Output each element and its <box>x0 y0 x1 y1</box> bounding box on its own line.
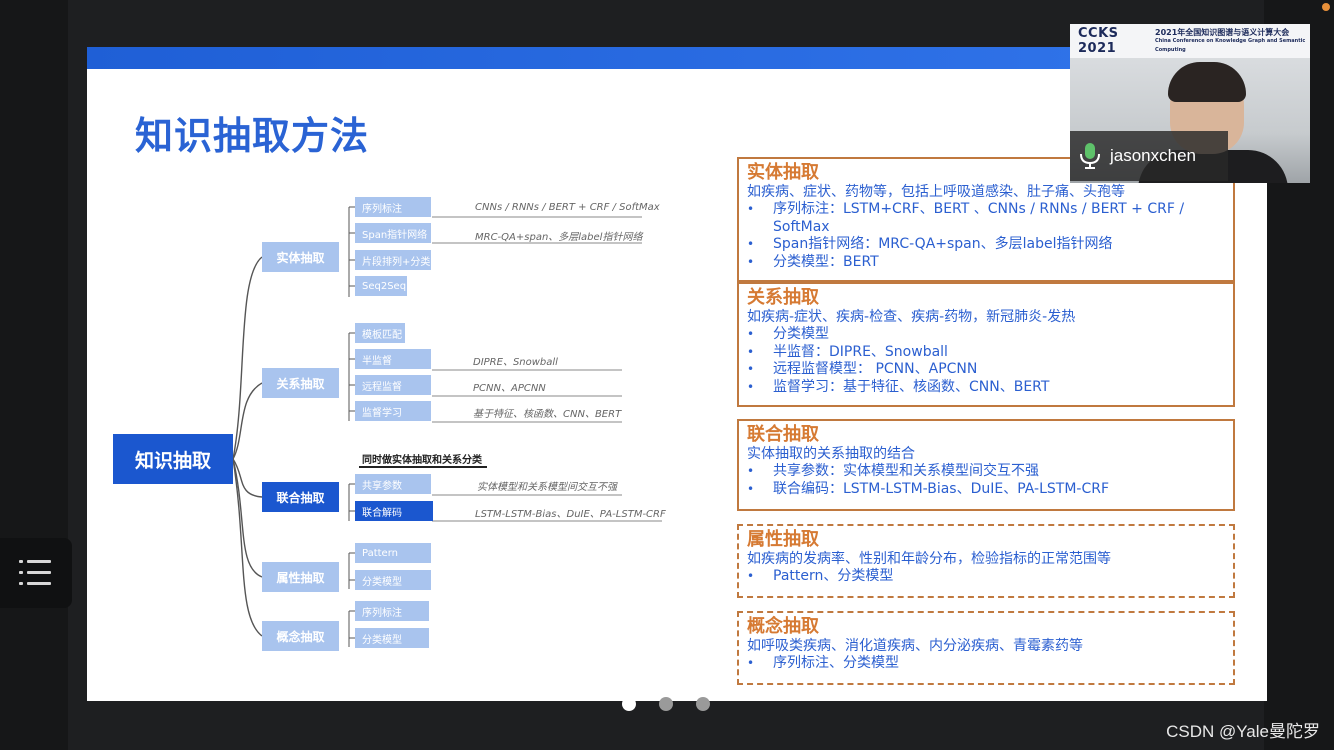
box-item: 分类模型：BERT <box>747 254 1225 272</box>
leaf-attribute-classification: 分类模型 <box>355 570 431 590</box>
note-semi-supervised: DIPRE、Snowball <box>473 357 558 368</box>
leaf-seq2seq: Seq2Seq <box>355 276 407 296</box>
note-span-pointer: MRC-QA+span、多层label指针网络 <box>475 232 643 243</box>
leaf-pattern: Pattern <box>355 543 431 563</box>
conference-logo: CCKS 2021 <box>1078 26 1119 56</box>
box-item: Pattern、分类模型 <box>747 568 1225 586</box>
box-description: 实体抽取的关系抽取的结合 <box>747 446 915 462</box>
box-item: 分类模型 <box>747 326 1225 344</box>
relation-extraction-box: 关系抽取 如疾病-症状、疾病-检查、疾病-药物，新冠肺炎-发热 分类模型 半监督… <box>737 282 1235 407</box>
leaf-supervised-learning: 监督学习 <box>355 401 431 421</box>
concept-extraction-box: 概念抽取 如呼吸类疾病、消化道疾病、内分泌疾病、青霉素药等 序列标注、分类模型 <box>737 611 1235 685</box>
box-description: 如疾病、症状、药物等，包括上呼吸道感染、肚子痛、头孢等 <box>747 184 1125 200</box>
branch-relation-extraction: 关系抽取 <box>262 368 339 398</box>
box-title: 属性抽取 <box>747 529 819 550</box>
box-item: 联合编码：LSTM-LSTM-Bias、DuIE、PA-LSTM-CRF <box>747 481 1225 499</box>
branch-joint-extraction: 联合抽取 <box>262 482 339 512</box>
branch-attribute-extraction: 属性抽取 <box>262 562 339 592</box>
mindmap-root: 知识抽取 <box>113 434 233 484</box>
menu-list-button[interactable] <box>0 538 72 608</box>
attribute-extraction-box: 属性抽取 如疾病的发病率、性别和年龄分布，检验指标的正常范围等 Pattern、… <box>737 524 1235 598</box>
branch-entity-extraction: 实体抽取 <box>262 242 339 272</box>
conference-banner: CCKS 2021 2021年全国知识图谱与语义计算大会 China Confe… <box>1070 24 1310 58</box>
leaf-shared-parameters: 共享参数 <box>355 474 431 494</box>
box-description: 如疾病的发病率、性别和年龄分布，检验指标的正常范围等 <box>747 551 1111 567</box>
box-item: 半监督：DIPRE、Snowball <box>747 344 1225 362</box>
box-item: 共享参数：实体模型和关系模型间交互不强 <box>747 463 1225 481</box>
list-icon <box>19 560 51 585</box>
note-joint-decoding: LSTM-LSTM-Bias、DuIE、PA-LSTM-CRF <box>475 509 666 520</box>
watermark: CSDN @Yale曼陀罗 <box>1166 722 1320 741</box>
leaf-distant-supervision: 远程监督 <box>355 375 431 395</box>
conference-banner-text: 2021年全国知识图谱与语义计算大会 China Conference on K… <box>1155 27 1306 53</box>
page-dot-3[interactable] <box>696 697 710 711</box>
leaf-template-matching: 模板匹配 <box>355 323 405 343</box>
leaf-concept-sequence-labeling: 序列标注 <box>355 601 429 621</box>
recording-indicator <box>1322 3 1330 11</box>
participant-name: jasonxchen <box>1110 146 1197 165</box>
page-dot-2[interactable] <box>659 697 673 711</box>
box-description: 如疾病-症状、疾病-检查、疾病-药物，新冠肺炎-发热 <box>747 309 1076 325</box>
box-item: 序列标注：LSTM+CRF、BERT 、CNNs / RNNs / BERT +… <box>747 201 1225 236</box>
box-title: 概念抽取 <box>747 616 819 637</box>
leaf-sequence-labeling: 序列标注 <box>355 197 431 217</box>
leaf-concept-classification: 分类模型 <box>355 628 429 648</box>
box-title: 关系抽取 <box>747 287 819 308</box>
page-dot-1[interactable] <box>622 697 636 711</box>
box-title: 联合抽取 <box>747 424 819 445</box>
box-item: 远程监督模型： PCNN、APCNN <box>747 361 1225 379</box>
joint-extraction-heading: 同时做实体抽取和关系分类 <box>362 455 482 466</box>
note-sequence-labeling: CNNs / RNNs / BERT + CRF / SoftMax <box>475 202 660 213</box>
leaf-span-ranking: 片段排列+分类 <box>355 250 431 270</box>
branch-concept-extraction: 概念抽取 <box>262 621 339 651</box>
slide-pagination <box>622 697 710 711</box>
joint-extraction-box: 联合抽取 实体抽取的关系抽取的结合 共享参数：实体模型和关系模型间交互不强 联合… <box>737 419 1235 511</box>
note-supervised-learning: 基于特征、核函数、CNN、BERT <box>473 409 622 420</box>
box-item: Span指针网络：MRC-QA+span、多层label指针网络 <box>747 236 1225 254</box>
box-item: 序列标注、分类模型 <box>747 655 1225 673</box>
box-description: 如呼吸类疾病、消化道疾病、内分泌疾病、青霉素药等 <box>747 638 1083 654</box>
note-distant-supervision: PCNN、APCNN <box>473 383 546 394</box>
leaf-joint-decoding: 联合解码 <box>355 501 433 521</box>
leaf-semi-supervised: 半监督 <box>355 349 431 369</box>
leaf-span-pointer: Span指针网络 <box>355 223 431 243</box>
note-shared-parameters: 实体模型和关系模型间交互不强 <box>477 482 617 493</box>
participant-name-tag: jasonxchen <box>1070 131 1228 181</box>
viewer-left-margin <box>0 0 68 750</box>
microphone-icon <box>1080 143 1100 169</box>
box-item: 监督学习：基于特征、核函数、CNN、BERT <box>747 379 1225 397</box>
